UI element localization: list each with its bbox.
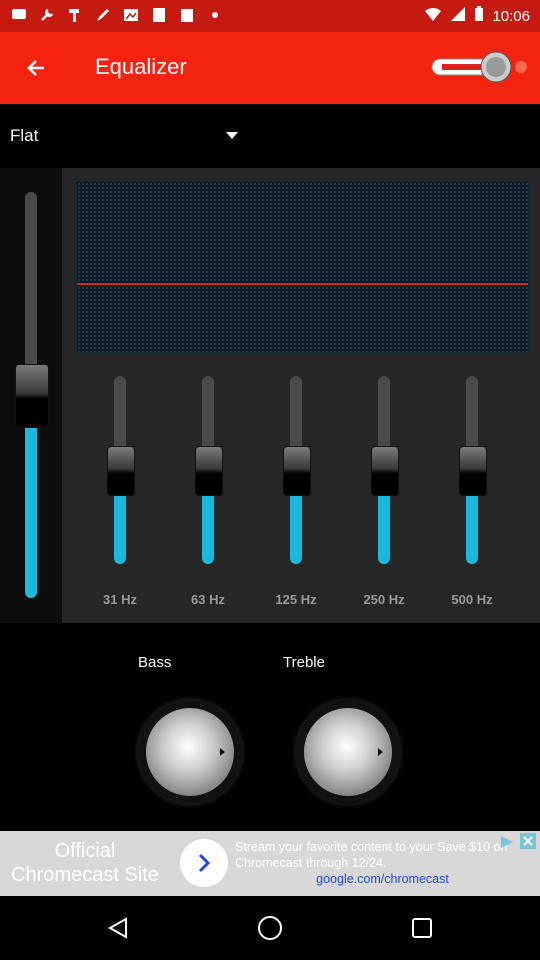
band-knob[interactable]: [107, 446, 135, 496]
system-nav-bar: [0, 896, 540, 960]
preamp-knob[interactable]: [15, 364, 49, 428]
chevron-down-icon: [226, 132, 238, 139]
ad-banner[interactable]: Official Chromecast Site Stream your fav…: [0, 831, 540, 896]
triangle-back-icon: [107, 917, 127, 939]
preset-label: Flat: [10, 126, 39, 145]
pencil-icon: [94, 6, 112, 24]
photo-icon: [122, 6, 140, 24]
clock: 10:06: [492, 7, 530, 25]
play-arrow-icon: [220, 748, 225, 756]
play-arrow-icon: [378, 748, 383, 756]
band-knob[interactable]: [195, 446, 223, 496]
ad-body-text: Stream your favorite content to your Sav…: [235, 840, 508, 870]
ad-info-icon[interactable]: [500, 835, 514, 849]
toggle-switch-icon: [431, 51, 527, 83]
hammer-icon: [66, 6, 84, 24]
arrow-left-icon: [27, 60, 44, 76]
ad-body[interactable]: Stream your favorite content to your Sav…: [235, 839, 530, 887]
nav-recents-button[interactable]: [406, 912, 438, 944]
band-knob[interactable]: [459, 446, 487, 496]
band-label: 250 Hz: [363, 592, 405, 607]
app-bar: Equalizer: [0, 32, 540, 104]
status-bar: 10:06: [0, 0, 540, 32]
wrench-icon: [38, 6, 56, 24]
ad-title[interactable]: Official Chromecast Site: [0, 839, 170, 887]
dot-icon: [206, 6, 224, 24]
message-icon: [10, 6, 28, 24]
bass-label: Bass: [138, 654, 172, 671]
band-label: 125 Hz: [275, 592, 317, 607]
status-right: 10:06: [424, 6, 530, 26]
band-knob[interactable]: [283, 446, 311, 496]
signal-icon: [450, 6, 466, 26]
page-title: Equalizer: [95, 54, 187, 79]
close-icon: [523, 836, 533, 846]
band-label: 31 Hz: [103, 592, 137, 607]
square-recents-icon: [412, 918, 432, 938]
nav-home-button[interactable]: [254, 912, 286, 944]
treble-knob[interactable]: [296, 700, 400, 804]
clipboard-icon: [178, 6, 196, 24]
ad-open-button[interactable]: [180, 839, 228, 887]
back-button[interactable]: [16, 48, 56, 88]
preset-dropdown[interactable]: Flat: [0, 104, 540, 168]
ad-close-button[interactable]: [520, 833, 536, 849]
eq-curve-display: [76, 181, 529, 353]
nav-back-button[interactable]: [102, 912, 134, 944]
wifi-icon: [424, 6, 442, 26]
eq-curve-line: [77, 283, 528, 285]
equalizer-toggle[interactable]: [430, 50, 530, 84]
ad-url[interactable]: google.com/chromecast: [235, 871, 530, 887]
document-icon: [150, 6, 168, 24]
bass-knob[interactable]: [138, 700, 242, 804]
band-label: 500 Hz: [451, 592, 493, 607]
treble-label: Treble: [283, 654, 325, 671]
chevron-right-icon: [198, 853, 211, 873]
notification-icons: [10, 6, 224, 24]
band-label: 63 Hz: [191, 592, 225, 607]
band-knob[interactable]: [371, 446, 399, 496]
circle-home-icon: [258, 916, 282, 940]
battery-icon: [474, 6, 484, 26]
